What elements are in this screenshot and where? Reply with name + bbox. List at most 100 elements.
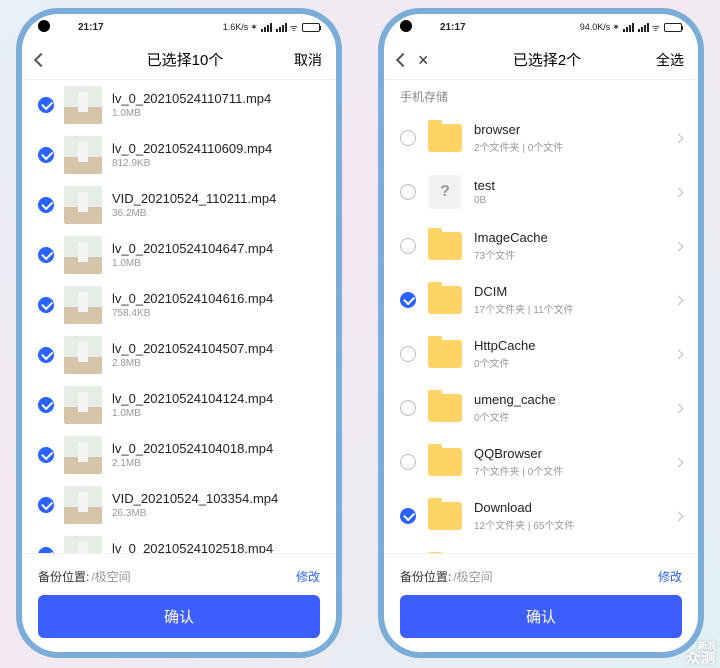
signal-icon	[638, 23, 649, 32]
page-title: 已选择2个	[458, 49, 636, 70]
path-label: 备份位置:	[38, 568, 89, 585]
confirm-button[interactable]: 确认	[400, 595, 682, 638]
unknown-file-icon: ?	[429, 175, 461, 209]
chevron-right-icon	[674, 295, 684, 305]
battery-icon	[302, 23, 320, 32]
folder-name: QQBrowser	[474, 446, 665, 461]
folder-icon	[428, 448, 462, 476]
folder-icon	[428, 124, 462, 152]
file-row[interactable]: lv_0_20210524104507.mp42.8MB	[22, 330, 336, 380]
file-row[interactable]: lv_0_20210524104647.mp41.0MB	[22, 230, 336, 280]
confirm-button[interactable]: 确认	[38, 595, 320, 638]
folder-detail: 0个文件	[474, 409, 665, 424]
checkbox[interactable]	[400, 346, 416, 362]
footer: 备份位置: /极空间 修改 确认	[22, 553, 336, 652]
folder-row[interactable]: HttpCache0个文件	[384, 327, 698, 381]
folder-row[interactable]: ?test0B	[384, 165, 698, 219]
phone-right: 21:17 94.0K/s ✶ ᯤ × 已选择2个 全选 手机存储 browse…	[378, 8, 704, 658]
file-row[interactable]: lv_0_20210524102518.mp41.3MB	[22, 530, 336, 553]
folder-row[interactable]: umeng_cache0个文件	[384, 381, 698, 435]
file-name: lv_0_20210524110711.mp4	[112, 91, 320, 106]
path-label: 备份位置:	[400, 568, 451, 585]
folder-icon	[428, 394, 462, 422]
checkbox[interactable]	[38, 197, 54, 213]
select-all-button[interactable]: 全选	[642, 50, 684, 70]
close-icon[interactable]: ×	[418, 51, 429, 69]
checkbox[interactable]	[38, 247, 54, 263]
screen-left: 21:17 1.6K/s ✶ ᯤ 已选择10个 取消 lv_0_20210524…	[22, 14, 336, 652]
file-row[interactable]: lv_0_20210524104018.mp4 2.1MB	[22, 430, 336, 480]
file-name: lv_0_20210524104018.mp4	[112, 441, 320, 456]
file-row[interactable]: lv_0_20210524110711.mp41.0MB	[22, 80, 336, 130]
checkbox[interactable]	[38, 497, 54, 513]
status-bar: 21:17 94.0K/s ✶ ᯤ	[384, 14, 698, 40]
checkbox[interactable]	[400, 400, 416, 416]
file-row[interactable]: VID_20210524_110211.mp436.2MB	[22, 180, 336, 230]
back-icon[interactable]	[396, 52, 410, 66]
file-name: VID_20210524_103354.mp4	[112, 491, 320, 506]
checkbox[interactable]	[38, 447, 54, 463]
status-time: 21:17	[440, 22, 466, 33]
checkbox[interactable]	[400, 454, 416, 470]
signal-icon	[623, 23, 634, 32]
checkbox[interactable]	[400, 508, 416, 524]
cancel-button[interactable]: 取消	[280, 50, 322, 70]
file-size: 2.8MB	[112, 358, 320, 369]
folder-detail: 2个文件夹 | 0个文件	[474, 139, 665, 154]
video-thumbnail-icon	[64, 486, 102, 524]
file-row[interactable]: lv_0_20210524110609.mp4812.9KB	[22, 130, 336, 180]
checkbox[interactable]	[38, 97, 54, 113]
folder-list[interactable]: browser2个文件夹 | 0个文件?test0BImageCache73个文…	[384, 111, 698, 553]
battery-icon	[664, 23, 682, 32]
file-row[interactable]: lv_0_20210524104124.mp41.0MB	[22, 380, 336, 430]
folder-name: HttpCache	[474, 338, 665, 353]
folder-row[interactable]: remove_inpaint0个文件	[384, 543, 698, 553]
file-name: VID_20210524_110211.mp4	[112, 191, 320, 206]
folder-name: test	[474, 178, 665, 193]
file-name: lv_0_20210524104124.mp4	[112, 391, 320, 406]
chevron-right-icon	[674, 241, 684, 251]
phone-left: 21:17 1.6K/s ✶ ᯤ 已选择10个 取消 lv_0_20210524…	[16, 8, 342, 658]
file-row[interactable]: VID_20210524_103354.mp4 26.3MB	[22, 480, 336, 530]
checkbox[interactable]	[400, 292, 416, 308]
edit-path-button[interactable]: 修改	[296, 568, 320, 585]
video-thumbnail-icon	[64, 386, 102, 424]
chevron-right-icon	[674, 133, 684, 143]
file-size: 1.0MB	[112, 258, 320, 269]
checkbox[interactable]	[400, 238, 416, 254]
checkbox[interactable]	[38, 297, 54, 313]
folder-icon	[428, 340, 462, 368]
checkbox[interactable]	[400, 130, 416, 146]
path-value: /极空间	[453, 568, 492, 585]
checkbox[interactable]	[38, 147, 54, 163]
section-label: 手机存储	[384, 80, 698, 111]
folder-name: Download	[474, 500, 665, 515]
folder-icon	[428, 286, 462, 314]
network-speed: 1.6K/s	[223, 22, 249, 32]
checkbox[interactable]	[400, 184, 416, 200]
file-name: lv_0_20210524102518.mp4	[112, 541, 320, 553]
file-size: 2.1MB	[112, 458, 320, 469]
network-speed: 94.0K/s	[580, 22, 611, 32]
back-icon[interactable]	[34, 52, 48, 66]
folder-row[interactable]: QQBrowser7个文件夹 | 0个文件	[384, 435, 698, 489]
folder-row[interactable]: browser 2个文件夹 | 0个文件	[384, 111, 698, 165]
chevron-right-icon	[674, 457, 684, 467]
signal-icon	[261, 23, 272, 32]
folder-row[interactable]: ImageCache73个文件	[384, 219, 698, 273]
file-list[interactable]: lv_0_20210524110711.mp41.0MBlv_0_2021052…	[22, 80, 336, 553]
folder-row[interactable]: Download12个文件夹 | 65个文件	[384, 489, 698, 543]
status-bar: 21:17 1.6K/s ✶ ᯤ	[22, 14, 336, 40]
folder-row[interactable]: DCIM17个文件夹 | 11个文件	[384, 273, 698, 327]
status-indicators: 94.0K/s ✶ ᯤ	[580, 21, 682, 34]
folder-name: ImageCache	[474, 230, 665, 245]
header: × 已选择2个 全选	[384, 40, 698, 80]
checkbox[interactable]	[38, 347, 54, 363]
edit-path-button[interactable]: 修改	[658, 568, 682, 585]
file-row[interactable]: lv_0_20210524104616.mp4758.4KB	[22, 280, 336, 330]
video-thumbnail-icon	[64, 336, 102, 374]
file-size: 26.3MB	[112, 508, 320, 519]
folder-name: browser	[474, 122, 665, 137]
video-thumbnail-icon	[64, 236, 102, 274]
checkbox[interactable]	[38, 397, 54, 413]
